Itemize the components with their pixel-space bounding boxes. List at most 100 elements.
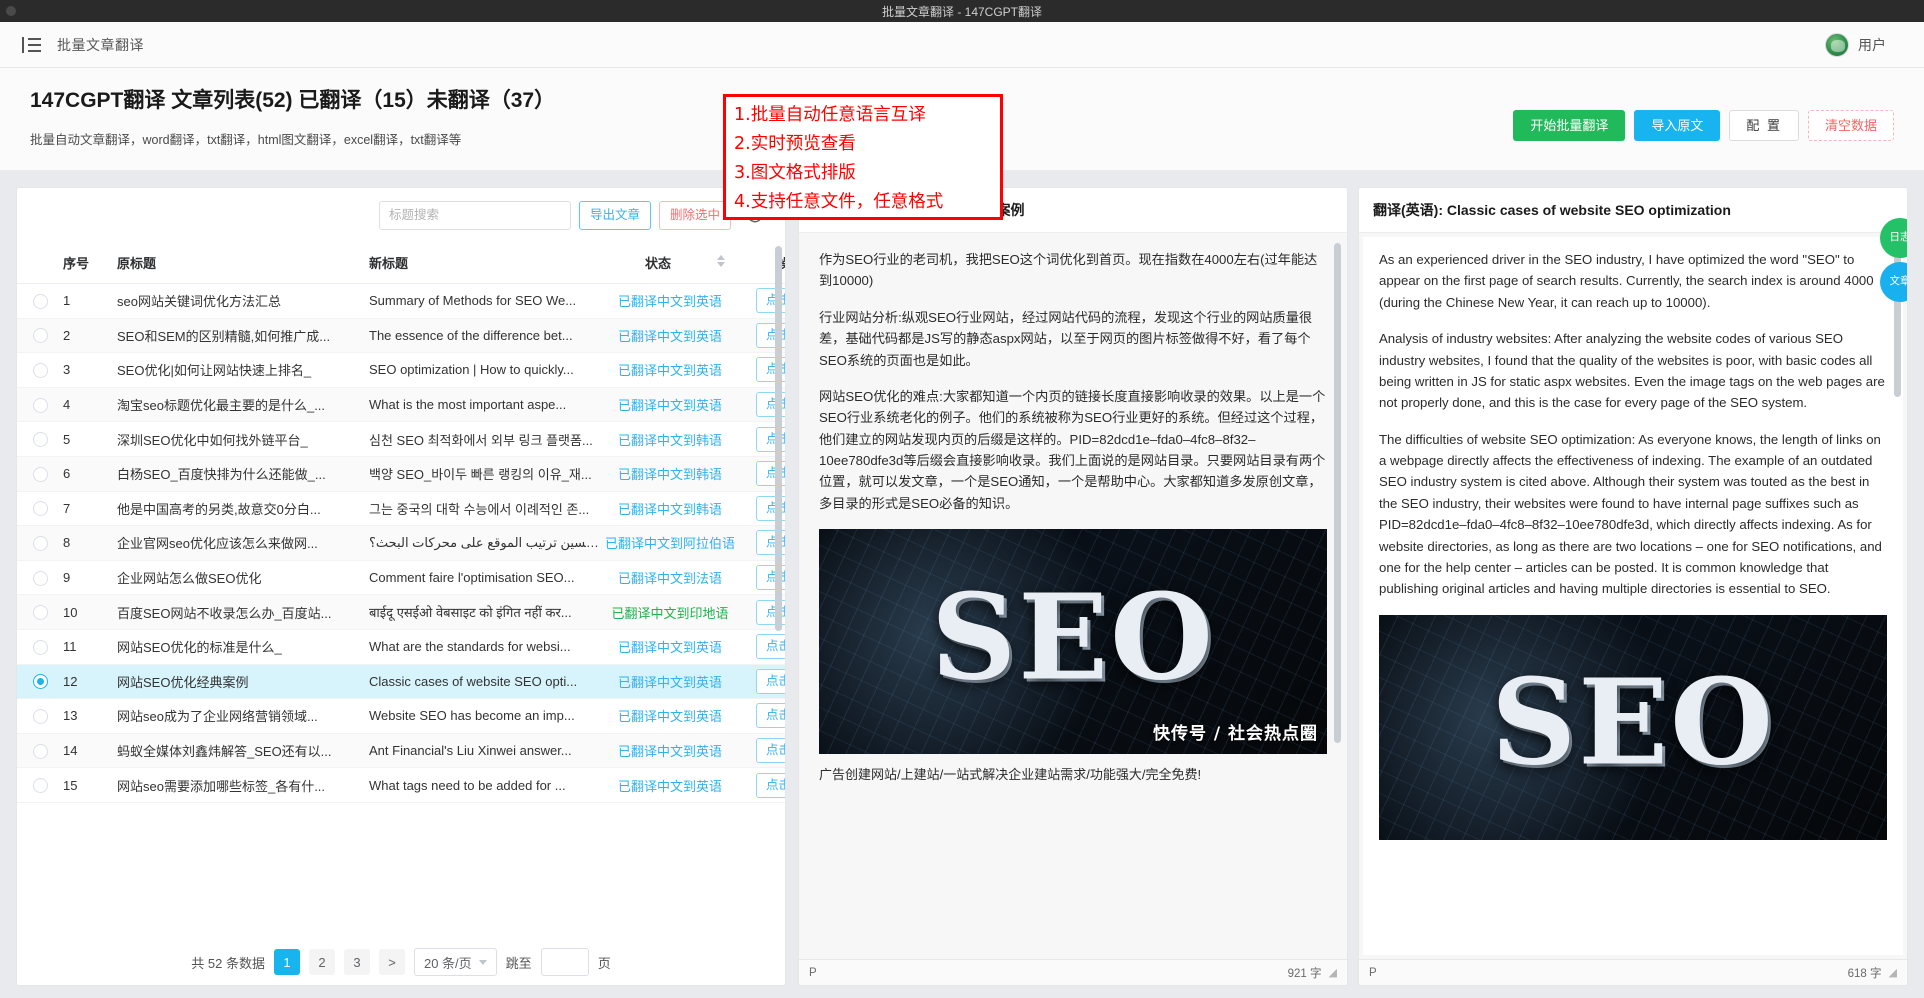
row-radio-icon[interactable] [33, 328, 48, 343]
row-radio-icon[interactable] [33, 432, 48, 447]
row-action-cell[interactable]: 点击预览 [741, 768, 785, 803]
start-batch-translate-button[interactable]: 开始批量翻译 [1513, 110, 1625, 141]
table-row[interactable]: 13网站seo成为了企业网络营销领域...Website SEO has bec… [17, 699, 785, 734]
row-action-cell[interactable]: 点击预览 [741, 699, 785, 734]
table-row[interactable]: 15网站seo需要添加哪些标签_各有什...What tags need to … [17, 768, 785, 803]
table-vertical-scrollbar[interactable] [775, 246, 782, 631]
table-row[interactable]: 14蚂蚁全媒体刘鑫炜解答_SEO还有以...Ant Financial's Li… [17, 733, 785, 768]
row-radio-icon[interactable] [33, 640, 48, 655]
target-editor[interactable]: As an experienced driver in the SEO indu… [1359, 233, 1907, 959]
row-select-cell[interactable] [17, 318, 63, 353]
clear-data-button[interactable]: 清空数据 [1808, 110, 1894, 141]
row-old-title: 蚂蚁全媒体刘鑫炜解答_SEO还有以... [117, 733, 369, 768]
preview-button[interactable]: 点击预览 [756, 634, 785, 659]
row-seq: 14 [63, 733, 117, 768]
row-radio-icon[interactable] [33, 778, 48, 793]
row-radio-icon[interactable] [33, 294, 48, 309]
jump-to-label: 跳至 [506, 953, 532, 972]
target-panel-footer: P 618 字 ◢ [1359, 959, 1907, 985]
row-action-cell[interactable]: 点击预览 [741, 733, 785, 768]
row-select-cell[interactable] [17, 629, 63, 664]
table-row[interactable]: 7他是中国高考的另类,故意交0分白...그는 중국의 대학 수능에서 이례적인 … [17, 491, 785, 526]
row-select-cell[interactable] [17, 387, 63, 422]
config-button[interactable]: 配 置 [1729, 110, 1799, 141]
window-control-dot[interactable] [6, 6, 16, 16]
export-articles-button[interactable]: 导出文章 [579, 201, 651, 230]
status-badge: 已翻译中文到法语 [618, 571, 722, 586]
table-row[interactable]: 10百度SEO网站不收录怎么办_百度站...बाईदू एसईओ वेबसाइट… [17, 595, 785, 630]
row-radio-icon[interactable] [33, 536, 48, 551]
preview-button[interactable]: 点击预览 [756, 773, 785, 798]
title-search-input[interactable] [379, 201, 571, 230]
target-resize-grip-icon[interactable]: ◢ [1889, 966, 1897, 979]
resize-grip-icon[interactable]: ◢ [1329, 966, 1337, 979]
page-button-3[interactable]: 3 [344, 949, 370, 975]
source-ad-text: 广告创建网站/上建站/一站式解决企业建站需求/功能强大/完全免费! [819, 764, 1327, 785]
import-source-button[interactable]: 导入原文 [1634, 110, 1720, 141]
page-size-select[interactable]: 20 条/页 [414, 948, 497, 976]
row-seq: 3 [63, 353, 117, 388]
row-select-cell[interactable] [17, 664, 63, 699]
preview-button[interactable]: 点击预览 [756, 669, 785, 694]
row-radio-icon[interactable] [33, 467, 48, 482]
row-old-title: 网站SEO优化的标准是什么_ [117, 629, 369, 664]
table-row[interactable]: 9企业网站怎么做SEO优化Comment faire l'optimisatio… [17, 560, 785, 595]
table-row[interactable]: 3SEO优化|如何让网站快速上排名_SEO optimization | How… [17, 353, 785, 388]
row-radio-icon[interactable] [33, 363, 48, 378]
row-seq: 13 [63, 699, 117, 734]
source-word-count: 921 字 [1288, 965, 1322, 981]
row-old-title: SEO优化|如何让网站快速上排名_ [117, 353, 369, 388]
row-new-title: What tags need to be added for ... [369, 768, 599, 803]
th-status-sort[interactable] [717, 242, 741, 284]
window-title: 批量文章翻译 - 147CGPT翻译 [882, 3, 1042, 20]
row-select-cell[interactable] [17, 284, 63, 319]
source-editor[interactable]: 作为SEO行业的老司机，我把SEO这个词优化到首页。现在指数在4000左右(过年… [799, 233, 1347, 959]
table-row[interactable]: 11网站SEO优化的标准是什么_What are the standards f… [17, 629, 785, 664]
page-button-2[interactable]: 2 [309, 949, 335, 975]
row-status-cell: 已翻译中文到韩语 [599, 491, 741, 526]
table-row[interactable]: 1seo网站关键词优化方法汇总Summary of Methods for SE… [17, 284, 785, 319]
row-radio-icon[interactable] [33, 501, 48, 516]
row-action-cell[interactable]: 点击预览 [741, 629, 785, 664]
user-area[interactable]: 用户 [1825, 33, 1886, 57]
list-menu-icon[interactable] [22, 37, 41, 53]
row-select-cell[interactable] [17, 456, 63, 491]
row-select-cell[interactable] [17, 422, 63, 457]
row-radio-icon[interactable] [33, 674, 48, 689]
preview-button[interactable]: 点击预览 [756, 703, 785, 728]
table-row[interactable]: 5深圳SEO优化中如何找外链平台_심천 SEO 최적화에서 외부 링크 플랫폼.… [17, 422, 785, 457]
row-select-cell[interactable] [17, 699, 63, 734]
target-editor-content[interactable]: As an experienced driver in the SEO indu… [1363, 237, 1903, 955]
row-radio-icon[interactable] [33, 605, 48, 620]
source-editor-scrollbar[interactable] [1334, 243, 1341, 743]
page-button-1[interactable]: 1 [274, 949, 300, 975]
target-panel-heading: 翻译(英语): Classic cases of website SEO opt… [1359, 188, 1907, 233]
source-editor-content[interactable]: 作为SEO行业的老司机，我把SEO这个词优化到首页。现在指数在4000左右(过年… [803, 237, 1343, 955]
row-select-cell[interactable] [17, 353, 63, 388]
jump-to-page-input[interactable] [541, 948, 589, 976]
table-row[interactable]: 6白杨SEO_百度快排为什么还能做_...백양 SEO_바이두 빠른 랭킹의 이… [17, 456, 785, 491]
row-select-cell[interactable] [17, 560, 63, 595]
row-action-cell[interactable]: 点击预览 [741, 664, 785, 699]
table-row[interactable]: 8企业官网seo优化应该怎么来做网...كيفية تحسين ترتيب ال… [17, 526, 785, 561]
delete-selected-button[interactable]: 删除选中 [659, 201, 731, 230]
table-row[interactable]: 4淘宝seo标题优化最主要的是什么_...What is the most im… [17, 387, 785, 422]
row-select-cell[interactable] [17, 733, 63, 768]
chevron-down-icon [479, 960, 487, 965]
table-row[interactable]: 12网站SEO优化经典案例Classic cases of website SE… [17, 664, 785, 699]
preview-button[interactable]: 点击预览 [756, 738, 785, 763]
row-radio-icon[interactable] [33, 571, 48, 586]
row-select-cell[interactable] [17, 595, 63, 630]
row-select-cell[interactable] [17, 491, 63, 526]
row-new-title: What is the most important aspe... [369, 387, 599, 422]
row-seq: 7 [63, 491, 117, 526]
next-page-button[interactable]: > [379, 949, 405, 975]
row-select-cell[interactable] [17, 768, 63, 803]
row-radio-icon[interactable] [33, 398, 48, 413]
row-radio-icon[interactable] [33, 744, 48, 759]
sort-arrows-icon[interactable] [717, 255, 727, 267]
row-radio-icon[interactable] [33, 709, 48, 724]
user-avatar-icon[interactable] [1825, 33, 1849, 57]
table-row[interactable]: 2SEO和SEM的区别精髓,如何推广成...The essence of the… [17, 318, 785, 353]
row-select-cell[interactable] [17, 526, 63, 561]
